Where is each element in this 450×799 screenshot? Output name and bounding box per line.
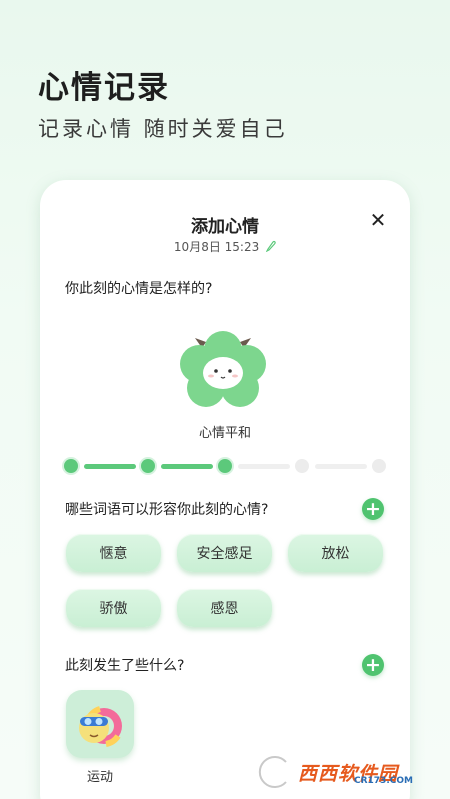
add-word-plus-icon[interactable]: +	[362, 498, 384, 520]
slider-step-1[interactable]	[64, 459, 78, 473]
edit-pencil-icon[interactable]	[265, 240, 276, 255]
close-icon[interactable]: ✕	[368, 210, 388, 230]
swimming-icon	[79, 706, 122, 747]
activity-tile-sport[interactable]	[66, 690, 134, 758]
slider-step-3[interactable]	[218, 459, 232, 473]
add-mood-card: 添加心情 ✕ 10月8日 15:23 你此刻的心情是怎样的? 心情平和 哪些词语…	[40, 180, 410, 799]
page-title: 心情记录	[38, 70, 170, 106]
watermark-c-icon	[256, 754, 290, 790]
datetime-row[interactable]: 10月8日 15:23	[40, 238, 410, 255]
words-question: 哪些词语可以形容你此刻的心情?	[65, 502, 269, 518]
activity-label: 运动	[86, 770, 113, 785]
mood-label: 心情平和	[198, 426, 251, 441]
slider-track-segment	[238, 464, 290, 469]
mood-question: 你此刻的心情是怎样的?	[65, 281, 213, 297]
word-tag-chip[interactable]: 骄傲	[66, 589, 161, 627]
watermark-logo: 西西软件园 CR173.COM	[254, 752, 432, 792]
slider-step-5[interactable]	[372, 459, 386, 473]
word-tag-chip[interactable]: 感恩	[177, 589, 272, 627]
slider-step-2[interactable]	[141, 459, 155, 473]
mood-character-icon	[175, 328, 271, 412]
slider-step-4[interactable]	[295, 459, 309, 473]
add-event-plus-icon[interactable]: +	[362, 654, 384, 676]
word-tag-chip[interactable]: 放松	[288, 534, 383, 572]
slider-track-segment	[161, 464, 213, 469]
page-subtitle: 记录心情 随时关爱自己	[38, 117, 288, 141]
card-title: 添加心情	[191, 217, 259, 237]
datetime-text: 10月8日 15:23	[173, 240, 260, 254]
word-tag-chip[interactable]: 惬意	[66, 534, 161, 572]
events-question: 此刻发生了些什么?	[65, 658, 185, 674]
word-tag-chip[interactable]: 安全感足	[177, 534, 272, 572]
slider-track-segment	[84, 464, 136, 469]
watermark-subtext: CR173.COM	[354, 776, 413, 786]
slider-track-segment	[315, 464, 367, 469]
mood-level-slider[interactable]	[64, 456, 386, 476]
